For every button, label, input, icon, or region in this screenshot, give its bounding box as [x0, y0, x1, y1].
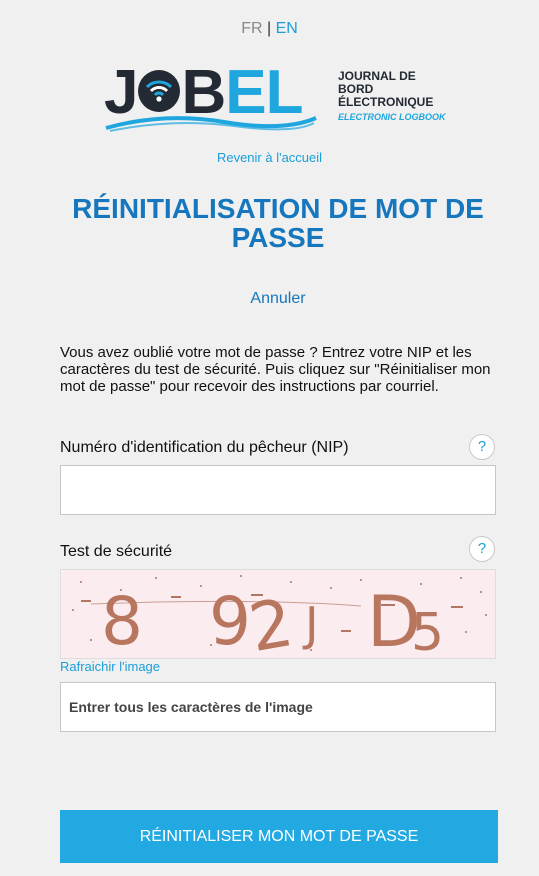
captcha-char: J [302, 597, 319, 651]
page-title: RÉINITIALISATION DE MOT DE PASSE [72, 193, 484, 253]
nip-label: Numéro d'identification du pêcheur (NIP) [60, 439, 349, 456]
refresh-captcha-link[interactable]: Rafraichir l'image [60, 659, 160, 674]
password-reset-page: FR | EN J BEL JOURNAL DE BORD ÉLECTRONIQU… [0, 0, 539, 876]
nip-help-icon[interactable]: ? [469, 434, 495, 460]
captcha-char: 2 [244, 584, 299, 659]
wave-swoosh-icon [105, 116, 317, 132]
lang-separator: | [266, 20, 272, 37]
security-help-icon[interactable]: ? [469, 536, 495, 562]
security-test-label: Test de sécurité [60, 543, 173, 560]
captcha-graphic: 8 9 2 J D 5 [72, 575, 487, 659]
captcha-char: 5 [411, 603, 444, 659]
back-to-home-link[interactable]: Revenir à l'accueil [0, 150, 539, 165]
language-switcher: FR | EN [0, 20, 539, 38]
lang-en-link[interactable]: EN [276, 20, 298, 37]
nip-input[interactable] [60, 465, 496, 515]
wifi-icon [137, 62, 181, 112]
jobel-logo: J BEL JOURNAL DE BORD ÉLECTRONIQUE ELECTR… [104, 62, 454, 138]
captcha-char: 8 [101, 583, 143, 659]
instructions-text: Vous avez oublié votre mot de passe ? En… [60, 344, 491, 395]
lang-fr: FR [241, 20, 263, 37]
captcha-input[interactable] [60, 682, 496, 732]
captcha-image: 8 9 2 J D 5 [60, 569, 496, 659]
reset-password-button[interactable]: RÉINITIALISER MON MOT DE PASSE [60, 810, 498, 863]
logo-tagline: JOURNAL DE BORD ÉLECTRONIQUE ELECTRONIC … [338, 69, 446, 123]
cancel-link[interactable]: Annuler [0, 290, 539, 308]
